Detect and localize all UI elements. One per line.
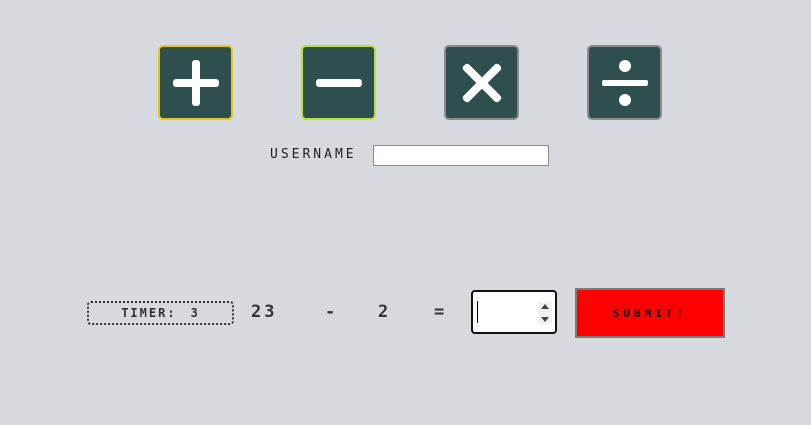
operand-a: 23 xyxy=(251,302,278,322)
timer-display: TIMER: 3 xyxy=(87,301,234,325)
operand-b: 2 xyxy=(378,302,392,322)
timer-value: 3 xyxy=(190,306,200,320)
add-operation-button[interactable] xyxy=(158,45,233,120)
equals-sign: = xyxy=(434,302,448,322)
username-input[interactable] xyxy=(373,145,549,166)
spin-up-icon[interactable] xyxy=(541,304,549,309)
subtract-operation-button[interactable] xyxy=(301,45,376,120)
multiply-operation-button[interactable] xyxy=(444,45,519,120)
operator-sign: - xyxy=(325,302,339,322)
times-icon xyxy=(462,63,501,102)
text-caret xyxy=(477,301,478,323)
submit-button[interactable]: SUBMIT! xyxy=(575,288,725,338)
plus-icon xyxy=(172,59,219,106)
spin-down-icon[interactable] xyxy=(541,317,549,322)
username-label: USERNAME xyxy=(270,147,357,162)
divide-operation-button[interactable] xyxy=(587,45,662,120)
timer-label: TIMER: xyxy=(121,306,177,320)
divide-icon xyxy=(601,59,648,106)
number-spinner[interactable] xyxy=(538,302,552,324)
answer-input[interactable] xyxy=(471,290,557,334)
minus-icon xyxy=(315,78,362,87)
